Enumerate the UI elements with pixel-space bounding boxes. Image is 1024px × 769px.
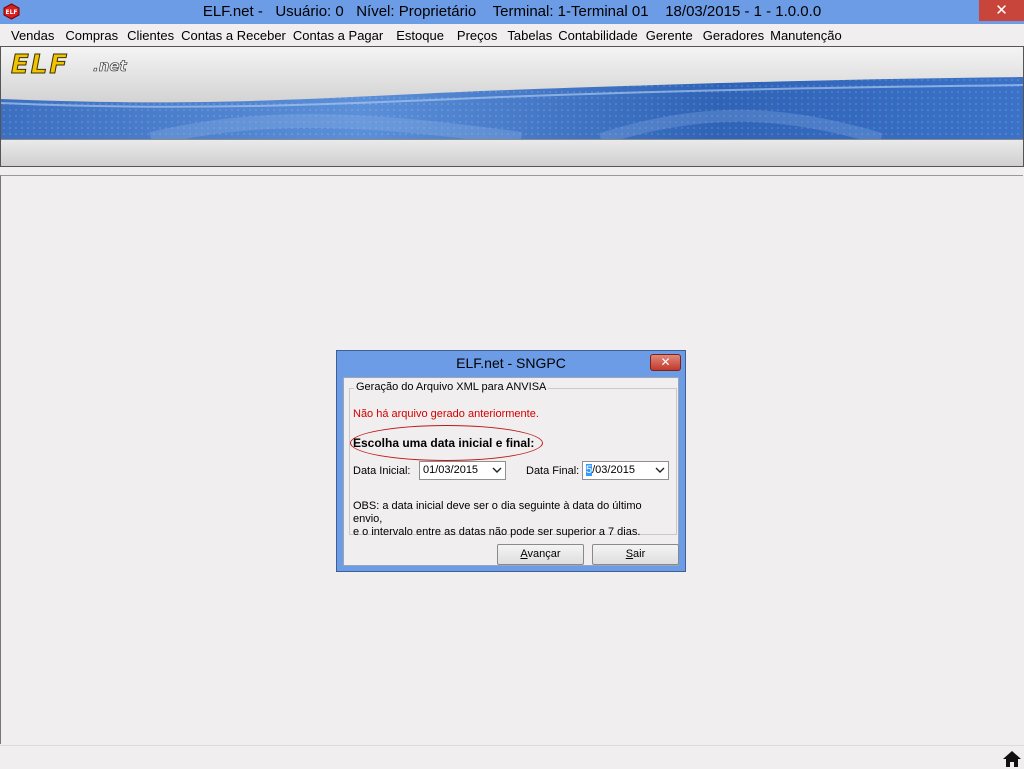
start-date-label: Data Inicial: (353, 465, 411, 477)
end-date-label: Data Final: (526, 465, 580, 477)
next-button[interactable]: Avançar (497, 544, 584, 565)
dialog-close-button[interactable]: ✕ (650, 354, 681, 371)
home-icon[interactable] (1002, 749, 1022, 769)
menu-geradores[interactable]: Geradores (703, 24, 764, 46)
menu-bar-spacer (0, 24, 11, 46)
observation-note: OBS: a data inicial deve ser o dia segui… (353, 500, 673, 539)
elf-logo-suffix: .net (93, 57, 127, 76)
observation-line-2: e o intervalo entre as datas não pode se… (353, 526, 641, 538)
menu-precos[interactable]: Preços (457, 24, 497, 46)
end-date-rest: /03/2015 (592, 464, 635, 476)
group-title: Geração do Arquivo XML para ANVISA (354, 381, 549, 393)
menu-tabelas[interactable]: Tabelas (507, 24, 552, 46)
menu-contabilidade[interactable]: Contabilidade (558, 24, 638, 46)
menu-manutencao[interactable]: Manutenção (770, 24, 842, 46)
chevron-down-icon[interactable] (655, 465, 665, 475)
exit-button-label: air (633, 548, 646, 560)
menu-compras[interactable]: Compras (65, 24, 118, 46)
banner-artwork (1, 47, 1023, 139)
no-file-warning: Não há arquivo gerado anteriormente. (353, 408, 539, 420)
next-button-label: vançar (527, 548, 561, 560)
end-date-picker[interactable]: 5/03/2015 (582, 461, 669, 480)
date-instruction: Escolha uma data inicial e final: (353, 436, 535, 450)
sngpc-dialog: ELF.net - SNGPC ✕ Geração do Arquivo XML… (336, 350, 686, 572)
banner: ELF .net (0, 46, 1024, 167)
exit-button-mnemonic: S (625, 548, 634, 560)
status-bar (0, 745, 1024, 769)
window-titlebar[interactable]: ELF ELF.net - Usuário: 0 Nível: Propriet… (0, 0, 1024, 24)
exit-button[interactable]: Sair (592, 544, 679, 565)
menu-estoque[interactable]: Estoque (396, 24, 444, 46)
start-date-value: 01/03/2015 (423, 464, 479, 476)
menu-vendas[interactable]: Vendas (11, 24, 54, 46)
end-date-value: 5/03/2015 (586, 464, 635, 476)
next-button-mnemonic: A (520, 548, 528, 560)
dialog-body: Geração do Arquivo XML para ANVISA Não h… (343, 377, 679, 566)
menu-gerente[interactable]: Gerente (646, 24, 693, 46)
start-date-picker[interactable]: 01/03/2015 (419, 461, 506, 480)
window-title: ELF.net - Usuário: 0 Nível: Proprietário… (202, 3, 822, 20)
dialog-title: ELF.net - SNGPC (456, 355, 566, 371)
observation-line-1: OBS: a data inicial deve ser o dia segui… (353, 500, 642, 525)
window-close-button[interactable]: ✕ (979, 0, 1024, 21)
chevron-down-icon[interactable] (492, 465, 502, 475)
banner-toolbar-strip (1, 139, 1023, 166)
menu-contas-receber[interactable]: Contas a Receber (181, 24, 286, 46)
menu-contas-pagar[interactable]: Contas a Pagar (293, 24, 383, 46)
menu-bar: Vendas Compras Clientes Contas a Receber… (0, 24, 1024, 46)
menu-clientes[interactable]: Clientes (127, 24, 174, 46)
elf-logo: ELF (10, 50, 70, 81)
